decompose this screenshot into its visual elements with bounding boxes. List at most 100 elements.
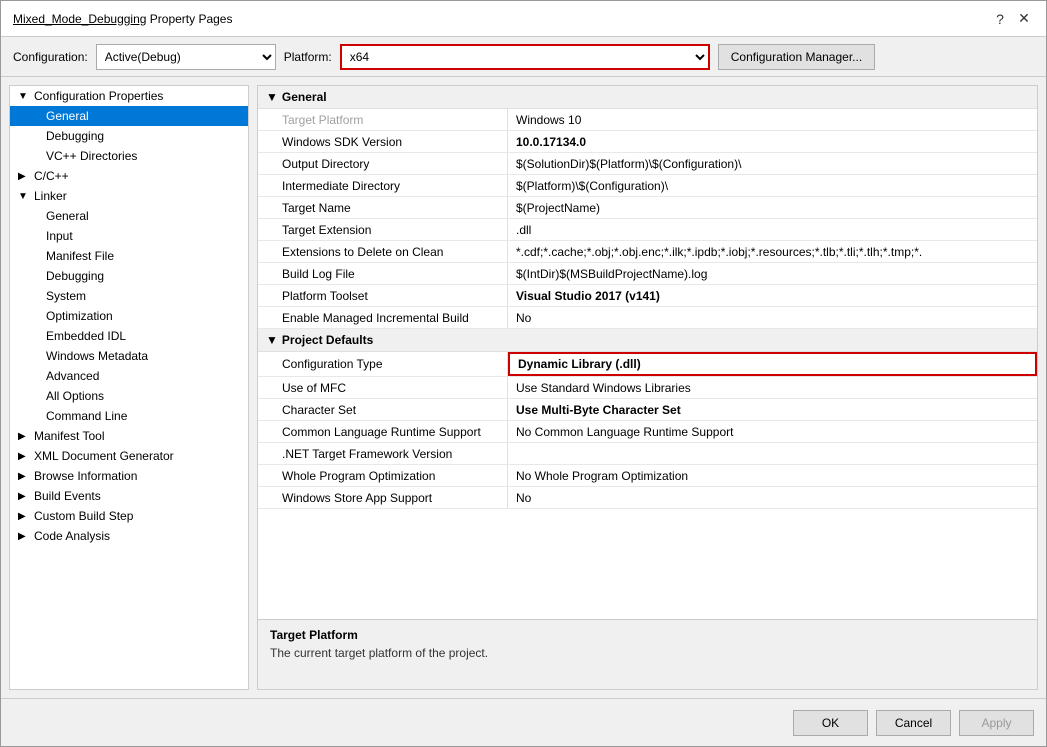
sidebar-item-xml-doc-gen[interactable]: XML Document Generator <box>10 446 248 466</box>
section-title-project-defaults-section: Project Defaults <box>282 333 373 347</box>
sidebar-item-browse-info[interactable]: Browse Information <box>10 466 248 486</box>
sidebar-item-build-events[interactable]: Build Events <box>10 486 248 506</box>
title-bar: Mixed_Mode_Debugging Property Pages ? ✕ <box>1 1 1046 37</box>
prop-row-target-name[interactable]: Target Name$(ProjectName) <box>258 197 1037 219</box>
prop-value-windows-sdk-version: 10.0.17134.0 <box>508 131 1037 152</box>
prop-name-target-platform: Target Platform <box>258 109 508 130</box>
prop-row-platform-toolset[interactable]: Platform ToolsetVisual Studio 2017 (v141… <box>258 285 1037 307</box>
tree-arrow-cpp <box>18 171 30 182</box>
sidebar-item-label-manifest-tool: Manifest Tool <box>34 429 104 443</box>
prop-row-build-log-file[interactable]: Build Log File$(IntDir)$(MSBuildProjectN… <box>258 263 1037 285</box>
section-arrow-project-defaults-section[interactable]: ▼ <box>266 333 278 347</box>
tree-arrow-linker <box>18 191 30 202</box>
tree-arrow-config-props <box>18 91 30 102</box>
prop-name-build-log-file: Build Log File <box>258 263 508 284</box>
prop-row-clr-support[interactable]: Common Language Runtime SupportNo Common… <box>258 421 1037 443</box>
sidebar-item-linker-optimization[interactable]: Optimization <box>10 306 248 326</box>
sidebar-item-general[interactable]: General <box>10 106 248 126</box>
sidebar-item-label-linker: Linker <box>34 189 67 203</box>
prop-name-net-target-framework: .NET Target Framework Version <box>258 443 508 464</box>
prop-row-net-target-framework[interactable]: .NET Target Framework Version <box>258 443 1037 465</box>
configuration-select[interactable]: Active(Debug) <box>96 44 276 70</box>
sidebar-item-linker-debugging[interactable]: Debugging <box>10 266 248 286</box>
sidebar-item-label-xml-doc-gen: XML Document Generator <box>34 449 174 463</box>
prop-name-target-extension: Target Extension <box>258 219 508 240</box>
prop-row-output-directory[interactable]: Output Directory$(SolutionDir)$(Platform… <box>258 153 1037 175</box>
prop-value-use-of-mfc: Use Standard Windows Libraries <box>508 377 1037 398</box>
prop-name-windows-sdk-version: Windows SDK Version <box>258 131 508 152</box>
sidebar-item-linker-all-options[interactable]: All Options <box>10 386 248 406</box>
sidebar-item-linker-manifest[interactable]: Manifest File <box>10 246 248 266</box>
apply-button[interactable]: Apply <box>959 710 1034 736</box>
prop-row-whole-program-opt[interactable]: Whole Program OptimizationNo Whole Progr… <box>258 465 1037 487</box>
tree-arrow-xml-doc-gen <box>18 451 30 462</box>
tree-arrow-manifest-tool <box>18 431 30 442</box>
prop-row-windows-sdk-version[interactable]: Windows SDK Version10.0.17134.0 <box>258 131 1037 153</box>
title-bar-left: Mixed_Mode_Debugging Property Pages <box>13 12 232 26</box>
section-arrow-general-section[interactable]: ▼ <box>266 90 278 104</box>
sidebar-item-label-browse-info: Browse Information <box>34 469 137 483</box>
property-pages-dialog: Mixed_Mode_Debugging Property Pages ? ✕ … <box>0 0 1047 747</box>
prop-row-character-set[interactable]: Character SetUse Multi-Byte Character Se… <box>258 399 1037 421</box>
prop-value-whole-program-opt: No Whole Program Optimization <box>508 465 1037 486</box>
sidebar-item-config-props[interactable]: Configuration Properties <box>10 86 248 106</box>
config-manager-button[interactable]: Configuration Manager... <box>718 44 875 70</box>
prop-name-use-of-mfc: Use of MFC <box>258 377 508 398</box>
sidebar-item-linker[interactable]: Linker <box>10 186 248 206</box>
help-button[interactable]: ? <box>990 9 1010 29</box>
tree-arrow-custom-build-step <box>18 511 30 522</box>
prop-value-output-directory: $(SolutionDir)$(Platform)\$(Configuratio… <box>508 153 1037 174</box>
cancel-button[interactable]: Cancel <box>876 710 951 736</box>
sidebar-item-label-linker-debugging: Debugging <box>46 269 104 283</box>
sidebar: Configuration PropertiesGeneralDebugging… <box>9 85 249 690</box>
section-header-project-defaults-section: ▼ Project Defaults <box>258 329 1037 352</box>
prop-name-clr-support: Common Language Runtime Support <box>258 421 508 442</box>
sidebar-item-custom-build-step[interactable]: Custom Build Step <box>10 506 248 526</box>
prop-row-configuration-type[interactable]: Configuration TypeDynamic Library (.dll) <box>258 352 1037 377</box>
prop-value-clr-support: No Common Language Runtime Support <box>508 421 1037 442</box>
sidebar-item-label-linker-embedded-idl: Embedded IDL <box>46 329 126 343</box>
sidebar-item-manifest-tool[interactable]: Manifest Tool <box>10 426 248 446</box>
sidebar-item-linker-system[interactable]: System <box>10 286 248 306</box>
sidebar-item-cpp[interactable]: C/C++ <box>10 166 248 186</box>
property-description: Target Platform The current target platf… <box>258 619 1037 689</box>
title-bar-controls: ? ✕ <box>990 9 1034 29</box>
prop-value-target-platform: Windows 10 <box>508 109 1037 130</box>
property-grid: ▼ GeneralTarget PlatformWindows 10Window… <box>258 86 1037 619</box>
sidebar-item-vc-directories[interactable]: VC++ Directories <box>10 146 248 166</box>
prop-row-enable-managed-incremental[interactable]: Enable Managed Incremental BuildNo <box>258 307 1037 329</box>
prop-row-extensions-to-delete[interactable]: Extensions to Delete on Clean*.cdf;*.cac… <box>258 241 1037 263</box>
sidebar-item-code-analysis[interactable]: Code Analysis <box>10 526 248 546</box>
prop-name-whole-program-opt: Whole Program Optimization <box>258 465 508 486</box>
ok-button[interactable]: OK <box>793 710 868 736</box>
sidebar-item-linker-command-line[interactable]: Command Line <box>10 406 248 426</box>
prop-row-intermediate-directory[interactable]: Intermediate Directory$(Platform)\$(Conf… <box>258 175 1037 197</box>
sidebar-item-linker-general[interactable]: General <box>10 206 248 226</box>
sidebar-item-label-debugging: Debugging <box>46 129 104 143</box>
prop-value-net-target-framework <box>508 443 1037 464</box>
sidebar-item-label-vc-directories: VC++ Directories <box>46 149 137 163</box>
platform-label: Platform: <box>284 50 332 64</box>
sidebar-item-linker-embedded-idl[interactable]: Embedded IDL <box>10 326 248 346</box>
sidebar-item-linker-advanced[interactable]: Advanced <box>10 366 248 386</box>
prop-row-target-extension[interactable]: Target Extension.dll <box>258 219 1037 241</box>
prop-name-target-name: Target Name <box>258 197 508 218</box>
prop-name-enable-managed-incremental: Enable Managed Incremental Build <box>258 307 508 328</box>
sidebar-item-debugging[interactable]: Debugging <box>10 126 248 146</box>
footer: OK Cancel Apply <box>1 698 1046 746</box>
platform-select[interactable]: x64 <box>340 44 710 70</box>
prop-row-target-platform[interactable]: Target PlatformWindows 10 <box>258 109 1037 131</box>
tree-arrow-code-analysis <box>18 531 30 542</box>
title-prefix: Mixed_Mode_Debugging <box>13 12 146 26</box>
sidebar-item-linker-input[interactable]: Input <box>10 226 248 246</box>
sidebar-item-label-linker-command-line: Command Line <box>46 409 127 423</box>
sidebar-item-label-code-analysis: Code Analysis <box>34 529 110 543</box>
prop-row-windows-store-app[interactable]: Windows Store App SupportNo <box>258 487 1037 509</box>
prop-value-target-name: $(ProjectName) <box>508 197 1037 218</box>
close-button[interactable]: ✕ <box>1014 9 1034 29</box>
prop-row-use-of-mfc[interactable]: Use of MFCUse Standard Windows Libraries <box>258 377 1037 399</box>
prop-name-extensions-to-delete: Extensions to Delete on Clean <box>258 241 508 262</box>
prop-desc-title: Target Platform <box>270 628 1025 642</box>
prop-value-platform-toolset: Visual Studio 2017 (v141) <box>508 285 1037 306</box>
sidebar-item-linker-windows-meta[interactable]: Windows Metadata <box>10 346 248 366</box>
